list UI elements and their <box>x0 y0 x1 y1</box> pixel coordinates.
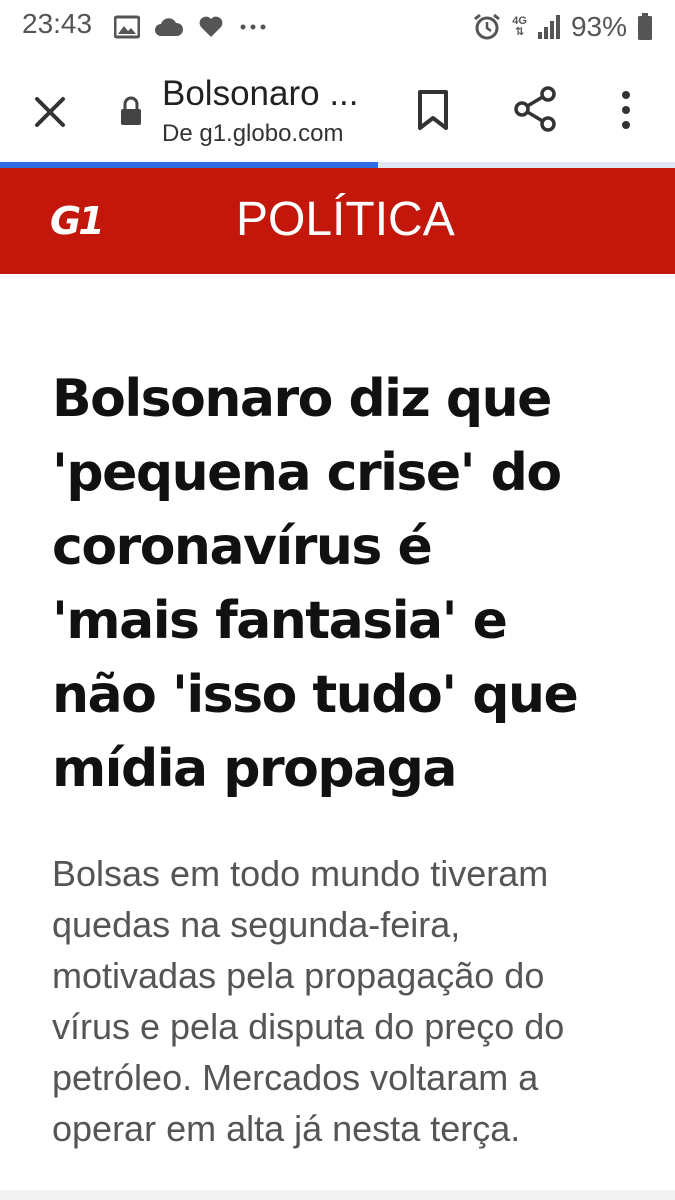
headline-line: coronavírus é <box>52 517 433 577</box>
subtitle-line: petróleo. Mercados voltaram a <box>52 1057 539 1098</box>
bottom-divider <box>0 1190 675 1200</box>
network-4g-icon: 4G ⇅ <box>512 16 527 38</box>
subtitle-line: motivadas pela propagação do <box>52 955 545 996</box>
image-icon <box>114 15 140 39</box>
subtitle-line: Bolsas em todo mundo tiveram <box>52 853 549 894</box>
headline-line: 'pequena crise' do <box>52 443 562 503</box>
battery-icon <box>638 13 652 40</box>
headline-line: 'mais fantasia' e <box>52 591 508 651</box>
alarm-icon <box>474 13 501 40</box>
browser-toolbar: Bolsonaro ... De g1.globo.com <box>0 54 675 164</box>
system-icons: 4G ⇅ 93% <box>472 8 653 46</box>
logo-text: G1 <box>50 200 102 240</box>
close-icon[interactable] <box>28 90 72 134</box>
subtitle-line: vírus e pela disputa do preço do <box>52 1006 565 1047</box>
status-bar: 23:43 4G ⇅ 93% <box>0 0 675 54</box>
notification-icons <box>114 10 268 44</box>
more-notifications-icon <box>240 24 266 30</box>
more-vert-icon[interactable] <box>612 90 640 130</box>
page-title[interactable]: Bolsonaro ... <box>162 74 382 114</box>
bookmark-icon[interactable] <box>415 88 451 132</box>
signal-icon <box>537 15 560 39</box>
data-arrows: ⇅ <box>515 26 525 38</box>
subtitle-line: quedas na segunda-feira, <box>52 904 461 945</box>
g1-logo[interactable]: G1 <box>50 200 108 240</box>
headline-line: Bolsonaro diz que <box>52 369 552 429</box>
headline-line: não 'isso tudo' que <box>52 665 579 725</box>
page-url[interactable]: De g1.globo.com <box>162 120 343 148</box>
section-title[interactable]: POLÍTICA <box>236 192 455 247</box>
share-icon[interactable] <box>513 86 557 132</box>
status-time: 23:43 <box>22 8 93 39</box>
site-header: G1 POLÍTICA <box>0 168 675 274</box>
article-headline: Bolsonaro diz que 'pequena crise' do cor… <box>52 362 652 806</box>
subtitle-line: operar em alta já nesta terça. <box>52 1108 521 1149</box>
lock-icon <box>121 96 141 125</box>
headline-line: mídia propaga <box>52 739 457 799</box>
heart-icon <box>199 16 223 37</box>
battery-percent: 93% <box>570 11 627 42</box>
article-subtitle: Bolsas em todo mundo tiveram quedas na s… <box>52 848 652 1154</box>
cloud-icon <box>155 18 184 36</box>
